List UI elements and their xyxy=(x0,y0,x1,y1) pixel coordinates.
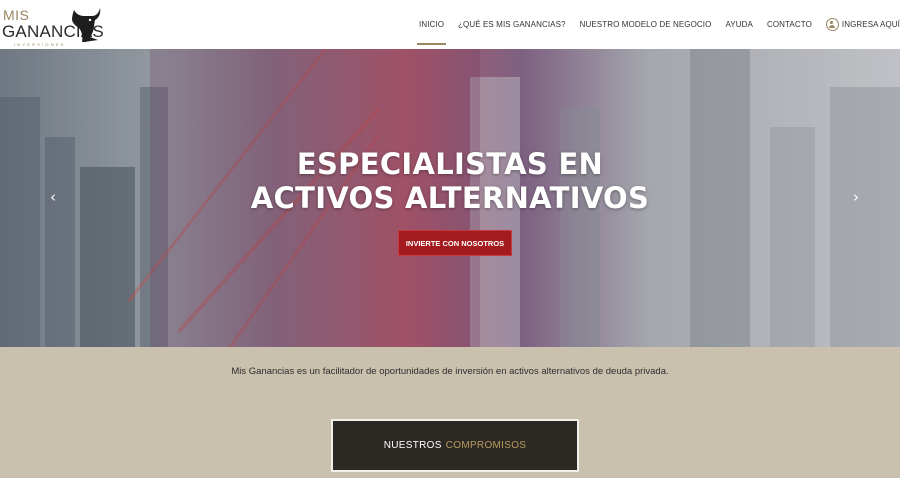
bull-icon xyxy=(72,8,101,42)
intro-text: Mis Ganancias es un facilitador de oport… xyxy=(231,366,669,377)
hero-title-line2: ACTIVOS ALTERNATIVOS xyxy=(250,181,650,215)
hero-slider: ESPECIALISTAS EN ACTIVOS ALTERNATIVOS IN… xyxy=(0,49,900,347)
nav-que-es[interactable]: ¿QUÉ ES MIS GANANCIAS? xyxy=(451,0,573,49)
brand-line1: MIS xyxy=(3,7,30,23)
nav-contacto[interactable]: CONTACTO xyxy=(760,0,819,49)
commitments-label-white: NUESTROS xyxy=(383,440,442,451)
chevron-right-icon[interactable]: › xyxy=(850,189,862,205)
login-link[interactable]: INGRESA AQUÍ xyxy=(819,0,900,49)
login-label: INGRESA AQUÍ xyxy=(841,20,900,29)
main-nav: INICIO ¿QUÉ ES MIS GANANCIAS? NUESTRO MO… xyxy=(412,0,900,49)
hero-title: ESPECIALISTAS EN ACTIVOS ALTERNATIVOS xyxy=(0,147,900,215)
site-header: MIS GANANCIAS INVERSIONES INICIO ¿QUÉ ES… xyxy=(0,0,900,49)
nav-modelo-negocio[interactable]: NUESTRO MODELO DE NEGOCIO xyxy=(573,0,719,49)
commitments-box[interactable]: NUESTROS COMPROMISOS xyxy=(331,419,579,472)
commitments-label-gold: COMPROMISOS xyxy=(445,440,527,451)
user-circle-icon xyxy=(825,18,839,31)
hero-title-line1: ESPECIALISTAS EN xyxy=(296,147,604,181)
brand-logo[interactable]: MIS GANANCIAS INVERSIONES xyxy=(0,4,104,47)
invest-cta-button[interactable]: INVIERTE CON NOSOTROS xyxy=(398,230,512,256)
nav-ayuda[interactable]: AYUDA xyxy=(718,0,759,49)
chevron-left-icon[interactable]: ‹ xyxy=(47,189,59,205)
brand-subline: INVERSIONES xyxy=(14,42,66,47)
nav-inicio[interactable]: INICIO xyxy=(412,0,451,49)
